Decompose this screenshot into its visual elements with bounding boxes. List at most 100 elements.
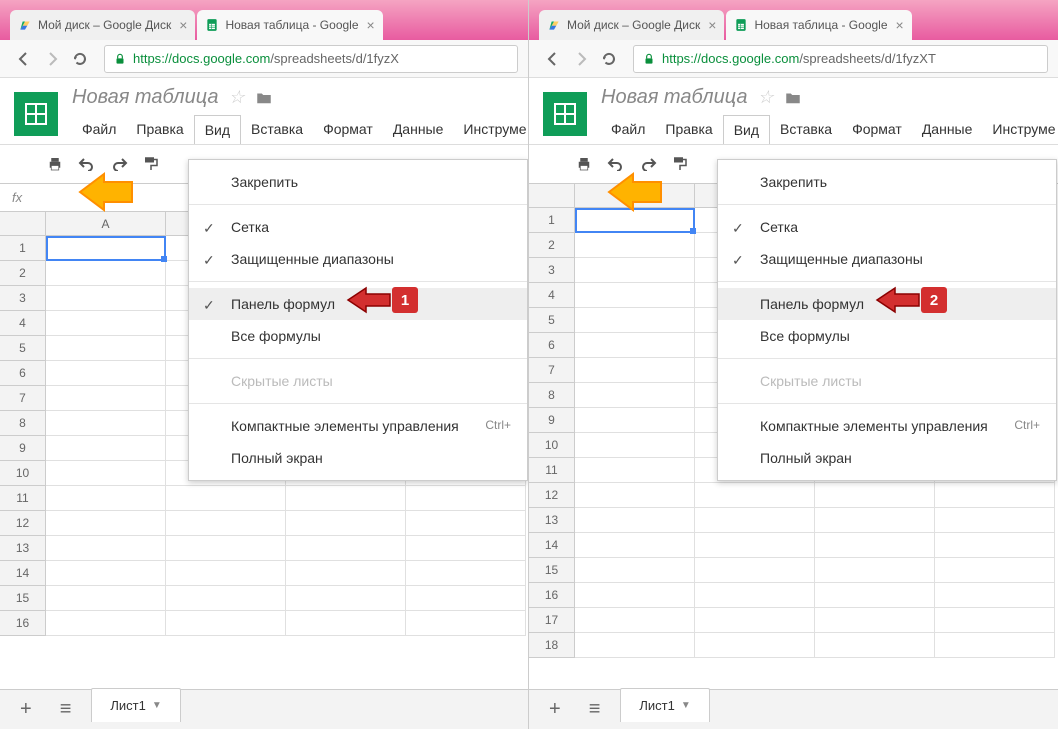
menu-item-4[interactable]: Формат (313, 115, 383, 144)
cell[interactable] (935, 583, 1055, 608)
row-header[interactable]: 12 (529, 483, 575, 508)
cell[interactable] (695, 558, 815, 583)
select-all-corner[interactable] (529, 184, 575, 208)
cell[interactable] (166, 486, 286, 511)
cell[interactable] (46, 386, 166, 411)
dropdown-item[interactable]: ✓ Сетка (189, 211, 527, 243)
back-button[interactable] (539, 45, 567, 73)
row-header[interactable]: 13 (0, 536, 46, 561)
cell[interactable] (406, 611, 526, 636)
url-input[interactable]: https://docs.google.com/spreadsheets/d/1… (633, 45, 1048, 73)
tab-close-icon[interactable]: × (367, 17, 375, 33)
dropdown-item[interactable]: ✓ Защищенные диапазоны (189, 243, 527, 275)
row-header[interactable]: 5 (0, 336, 46, 361)
cell[interactable] (286, 486, 406, 511)
paint-format-icon[interactable] (671, 155, 689, 173)
cell[interactable] (166, 611, 286, 636)
dropdown-item[interactable]: ✓ Защищенные диапазоны (718, 243, 1056, 275)
row-header[interactable]: 10 (0, 461, 46, 486)
cell[interactable] (46, 336, 166, 361)
dropdown-item[interactable]: Закрепить (189, 166, 527, 198)
cell[interactable] (815, 633, 935, 658)
cell[interactable] (695, 533, 815, 558)
cell[interactable] (815, 508, 935, 533)
cell[interactable] (575, 533, 695, 558)
cell[interactable] (575, 458, 695, 483)
menu-item-0[interactable]: Файл (72, 115, 126, 144)
cell[interactable] (695, 483, 815, 508)
cell[interactable] (575, 408, 695, 433)
cell[interactable] (46, 586, 166, 611)
cell[interactable] (286, 561, 406, 586)
cell[interactable] (575, 508, 695, 533)
menu-item-5[interactable]: Данные (383, 115, 454, 144)
tab-close-icon[interactable]: × (179, 17, 187, 33)
cell[interactable] (286, 586, 406, 611)
add-sheet-button[interactable]: + (12, 694, 40, 725)
all-sheets-button[interactable]: ≡ (52, 694, 80, 725)
cell[interactable] (935, 533, 1055, 558)
cell[interactable] (695, 583, 815, 608)
cell[interactable] (46, 486, 166, 511)
cell[interactable] (815, 583, 935, 608)
row-header[interactable]: 6 (529, 333, 575, 358)
dropdown-item[interactable]: Полный экран (189, 442, 527, 474)
cell[interactable] (935, 633, 1055, 658)
cell[interactable] (406, 561, 526, 586)
row-header[interactable]: 15 (529, 558, 575, 583)
tab-close-icon[interactable]: × (708, 17, 716, 33)
folder-icon[interactable] (255, 89, 273, 107)
cell[interactable] (815, 483, 935, 508)
cell[interactable] (46, 261, 166, 286)
row-header[interactable]: 1 (529, 208, 575, 233)
doc-title[interactable]: Новая таблица ☆ (601, 86, 1058, 109)
row-header[interactable]: 13 (529, 508, 575, 533)
cell[interactable] (166, 536, 286, 561)
row-header[interactable]: 2 (0, 261, 46, 286)
row-header[interactable]: 7 (529, 358, 575, 383)
print-icon[interactable] (575, 155, 593, 173)
cell[interactable] (286, 511, 406, 536)
cell[interactable] (46, 236, 166, 261)
cell[interactable] (575, 233, 695, 258)
all-sheets-button[interactable]: ≡ (581, 694, 609, 725)
row-header[interactable]: 9 (0, 436, 46, 461)
row-header[interactable]: 2 (529, 233, 575, 258)
star-icon[interactable]: ☆ (228, 87, 244, 108)
redo-icon[interactable] (110, 157, 128, 171)
forward-button[interactable] (567, 45, 595, 73)
browser-tab[interactable]: Новая таблица - Google × (726, 10, 911, 40)
row-header[interactable]: 5 (529, 308, 575, 333)
sheet-tab[interactable]: Лист1 ▼ (91, 688, 180, 722)
row-header[interactable]: 6 (0, 361, 46, 386)
sheet-tab-menu-icon[interactable]: ▼ (681, 700, 691, 711)
cell[interactable] (575, 483, 695, 508)
menu-item-3[interactable]: Вставка (241, 115, 313, 144)
back-button[interactable] (10, 45, 38, 73)
menu-item-3[interactable]: Вставка (770, 115, 842, 144)
cell[interactable] (575, 433, 695, 458)
menu-item-2[interactable]: Вид (194, 115, 241, 144)
cell[interactable] (935, 608, 1055, 633)
row-header[interactable]: 16 (0, 611, 46, 636)
row-header[interactable]: 15 (0, 586, 46, 611)
dropdown-item[interactable]: Полный экран (718, 442, 1056, 474)
row-header[interactable]: 9 (529, 408, 575, 433)
cell[interactable] (46, 361, 166, 386)
cell[interactable] (286, 536, 406, 561)
row-header[interactable]: 8 (529, 383, 575, 408)
cell[interactable] (815, 608, 935, 633)
doc-title[interactable]: Новая таблица ☆ (72, 86, 529, 109)
cell[interactable] (935, 558, 1055, 583)
row-header[interactable]: 14 (0, 561, 46, 586)
cell[interactable] (815, 558, 935, 583)
row-header[interactable]: 4 (0, 311, 46, 336)
undo-icon[interactable] (607, 157, 625, 171)
sheets-logo-icon[interactable] (543, 92, 587, 136)
cell[interactable] (406, 536, 526, 561)
reload-button[interactable] (595, 45, 623, 73)
sheet-tab[interactable]: Лист1 ▼ (620, 688, 709, 722)
dropdown-item[interactable]: Компактные элементы управления Ctrl+ (718, 410, 1056, 442)
cell[interactable] (46, 511, 166, 536)
menu-item-1[interactable]: Правка (655, 115, 722, 144)
